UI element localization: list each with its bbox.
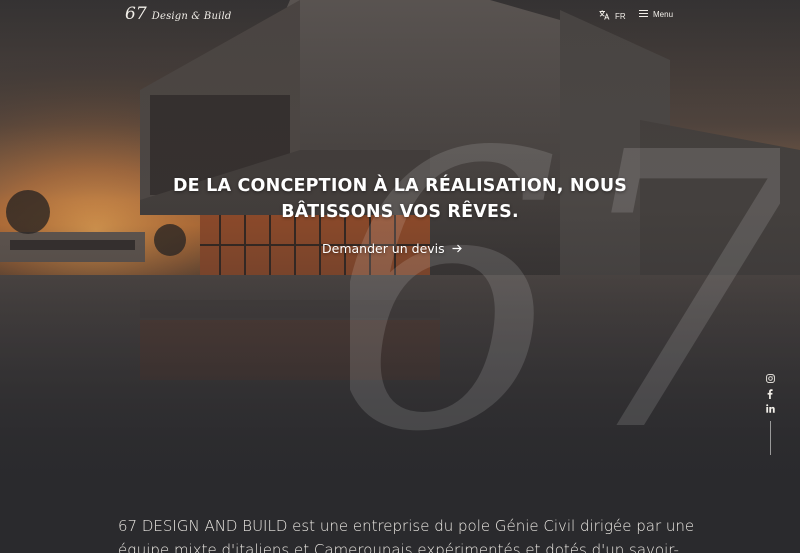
intro-line-1: 67 DESIGN AND BUILD est une entreprise d…	[118, 517, 695, 535]
headline-line-1: DE LA CONCEPTION À LA RÉALISATION, NOUS	[172, 176, 628, 196]
facebook-icon[interactable]	[764, 388, 776, 399]
instagram-icon[interactable]	[764, 373, 776, 384]
hero-headline: DE LA CONCEPTION À LA RÉALISATION, NOUS …	[110, 173, 690, 225]
headline-line-2: BÂTISSONS VOS RÊVES.	[281, 202, 519, 222]
site-logo[interactable]: 67 Design & Build	[125, 4, 232, 24]
logo-text: Design & Build	[151, 11, 232, 22]
translate-icon	[599, 10, 610, 22]
language-switcher[interactable]: FR	[599, 10, 626, 22]
hamburger-icon	[639, 10, 648, 19]
linkedin-icon[interactable]	[764, 403, 776, 414]
arrow-right-icon	[452, 241, 462, 256]
menu-button[interactable]: Menu	[639, 10, 673, 19]
request-quote-link[interactable]: Demander un devis	[322, 241, 462, 256]
page: 67 67 Design & Build FR	[0, 0, 800, 553]
cta-label: Demander un devis	[322, 241, 445, 256]
language-label: FR	[615, 11, 626, 21]
menu-label: Menu	[653, 10, 674, 19]
intro-paragraph: 67 DESIGN AND BUILD est une entreprise d…	[118, 514, 698, 553]
logo-number: 67	[125, 4, 147, 24]
intro-line-2: équipe mixte d'italiens et Camerounais e…	[118, 541, 679, 553]
site-header: 67 Design & Build FR Menu	[0, 0, 800, 32]
social-divider-line	[769, 421, 771, 455]
social-links	[763, 373, 777, 455]
